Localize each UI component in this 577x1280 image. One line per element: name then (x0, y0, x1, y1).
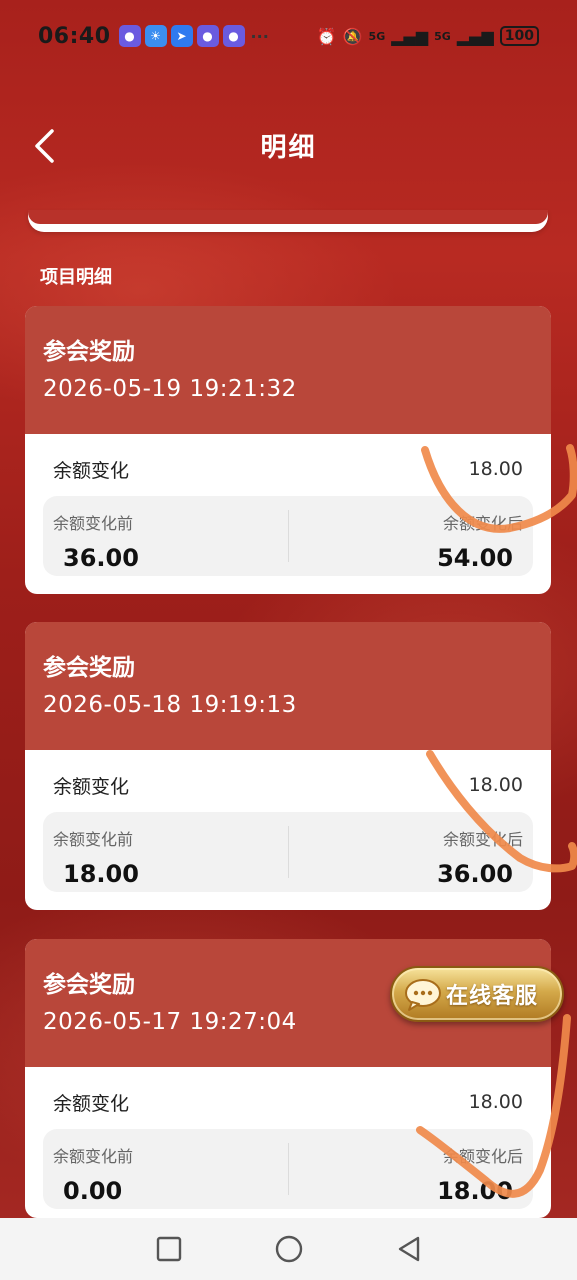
record-body: 余额变化 18.00 余额变化前 0.00 余额变化后 18.00 (25, 1067, 551, 1218)
balance-before-label: 余额变化前 (53, 1147, 134, 1166)
signal-label-2: 5G (434, 29, 451, 43)
balance-box: 余额变化前 18.00 余额变化后 36.00 (43, 812, 533, 892)
mute-bell-icon: 🔕 (342, 26, 363, 46)
alarm-icon: ⏰ (316, 26, 337, 46)
page-header: 明细 (0, 110, 577, 180)
balance-box: 余额变化前 0.00 余额变化后 18.00 (43, 1129, 533, 1209)
shield-app-icon: ● (118, 25, 141, 47)
back-button[interactable] (394, 1234, 424, 1264)
balance-change-amount: 18.00 (468, 774, 523, 796)
chat-bubble-icon (400, 974, 446, 1014)
battery-level: 100 (499, 26, 539, 46)
balance-after: 余额变化后 18.00 (288, 1129, 533, 1209)
summary-card-edge (28, 210, 548, 232)
balance-change-row: 余额变化 18.00 (43, 434, 533, 504)
back-arrow-icon[interactable] (30, 128, 60, 164)
more-notifications-icon: ··· (250, 26, 269, 46)
record-body: 余额变化 18.00 余额变化前 36.00 余额变化后 54.00 (25, 434, 551, 594)
balance-after-value: 18.00 (437, 1177, 513, 1205)
circle-icon (275, 1235, 302, 1263)
signal-bars-icon: ▂▄▆ (391, 26, 429, 46)
record-datetime: 2026-05-19 19:21:32 (43, 376, 297, 402)
status-bar: 06:40 ● ☀ ➤ ● ● ··· ⏰ 🔕 5G ▂▄▆ 5G ▂▄▆ 10… (0, 0, 577, 72)
balance-change-row: 余额变化 18.00 (43, 1067, 533, 1137)
signal-label-1: 5G (368, 29, 386, 43)
signal-bars-icon-2: ▂▄▆ (456, 26, 494, 46)
weather-app-icon: ☀ (144, 25, 167, 47)
location-app-icon: ➤ (170, 25, 193, 47)
triangle-back-icon (398, 1236, 419, 1262)
record-card: 参会奖励 2026-05-19 19:21:32 余额变化 18.00 余额变化… (25, 306, 551, 594)
record-header: 参会奖励 2026-05-19 19:21:32 (25, 306, 551, 434)
balance-after-label: 余额变化后 (442, 830, 523, 849)
balance-change-label: 余额变化 (53, 459, 130, 482)
balance-before: 余额变化前 0.00 (43, 1129, 288, 1209)
shield-app-icon-2: ● (196, 25, 219, 47)
balance-after-value: 54.00 (437, 544, 513, 572)
shield-app-icon-3: ● (222, 25, 245, 47)
section-label: 项目明细 (40, 267, 112, 288)
record-card: 参会奖励 2026-05-18 19:19:13 余额变化 18.00 余额变化… (25, 622, 551, 910)
home-button[interactable] (274, 1234, 304, 1264)
balance-before-label: 余额变化前 (53, 830, 134, 849)
balance-before-value: 0.00 (63, 1177, 123, 1205)
system-navigation-bar (0, 1218, 577, 1280)
status-time: 06:40 (38, 23, 111, 49)
square-icon (156, 1236, 181, 1262)
balance-before: 余额变化前 36.00 (43, 496, 288, 576)
balance-before-value: 36.00 (63, 544, 139, 572)
online-customer-service-button[interactable]: 在线客服 (390, 966, 564, 1022)
record-title: 参会奖励 (43, 339, 135, 365)
balance-before: 余额变化前 18.00 (43, 812, 288, 892)
balance-after-value: 36.00 (437, 860, 513, 888)
balance-after-label: 余额变化后 (442, 514, 523, 533)
balance-change-label: 余额变化 (53, 1092, 130, 1115)
recent-apps-button[interactable] (154, 1234, 184, 1264)
balance-change-label: 余额变化 (53, 775, 130, 798)
balance-box: 余额变化前 36.00 余额变化后 54.00 (43, 496, 533, 576)
record-header: 参会奖励 2026-05-18 19:19:13 (25, 622, 551, 750)
balance-after: 余额变化后 54.00 (288, 496, 533, 576)
balance-change-amount: 18.00 (468, 458, 523, 480)
balance-after: 余额变化后 36.00 (288, 812, 533, 892)
balance-after-label: 余额变化后 (442, 1147, 523, 1166)
status-indicators: ⏰ 🔕 5G ▂▄▆ 5G ▂▄▆ 100 (317, 26, 539, 46)
customer-service-label: 在线客服 (446, 984, 539, 1009)
notification-icons: ● ☀ ➤ ● ● (118, 25, 245, 47)
record-body: 余额变化 18.00 余额变化前 18.00 余额变化后 36.00 (25, 750, 551, 910)
page-title: 明细 (260, 132, 317, 163)
record-datetime: 2026-05-18 19:19:13 (43, 692, 297, 718)
record-title: 参会奖励 (43, 655, 135, 681)
balance-before-label: 余额变化前 (53, 514, 134, 533)
balance-change-amount: 18.00 (468, 1091, 523, 1113)
balance-change-row: 余额变化 18.00 (43, 750, 533, 820)
balance-before-value: 18.00 (63, 860, 139, 888)
